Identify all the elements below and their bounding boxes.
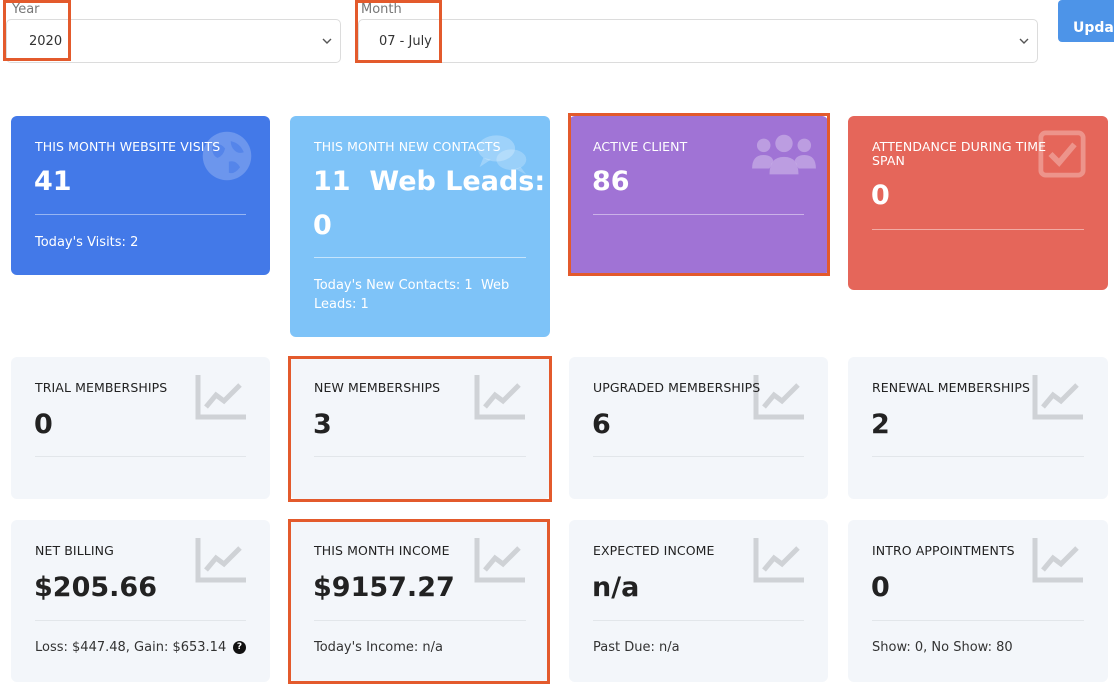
card-title: ATTENDANCE DURING TIME SPAN (872, 139, 1047, 168)
card-divider (593, 456, 804, 457)
card-divider (314, 620, 526, 621)
card-footer: Today's Income: n/a (314, 640, 444, 655)
new-contacts-card: THIS MONTH NEW CONTACTS 11 Web Leads: 0 … (290, 116, 550, 337)
update-button[interactable]: Update (1058, 0, 1114, 42)
card-footer: Today's New Contacts: 1 Web Leads: 1 (314, 278, 514, 312)
month-select[interactable]: 07 - July (358, 19, 1038, 63)
card-divider (35, 214, 246, 215)
expected-income-card: EXPECTED INCOME n/a Past Due: n/a (569, 520, 828, 682)
card-value: 3 (313, 409, 332, 440)
card-divider (35, 456, 246, 457)
active-client-card: ACTIVE CLIENT 86 (569, 116, 828, 275)
card-title: UPGRADED MEMBERSHIPS (593, 380, 761, 395)
card-divider (872, 456, 1084, 457)
card-value-line1: 11 Web Leads: (313, 166, 546, 197)
card-divider (35, 620, 246, 621)
users-icon (752, 134, 816, 175)
card-title: NET BILLING (35, 543, 114, 558)
year-label: Year (12, 2, 40, 17)
intro-appointments-card: INTRO APPOINTMENTS 0 Show: 0, No Show: 8… (848, 520, 1108, 682)
card-value: 6 (592, 409, 611, 440)
card-title: TRIAL MEMBERSHIPS (35, 380, 168, 395)
card-title: INTRO APPOINTMENTS (872, 543, 1015, 558)
card-value: 0 (871, 572, 890, 603)
card-title: RENEWAL MEMBERSHIPS (872, 380, 1031, 395)
card-value: 41 (34, 166, 72, 197)
card-footer: Loss: $447.48, Gain: $653.14 (35, 640, 227, 655)
attendance-card: ATTENDANCE DURING TIME SPAN 0 (848, 116, 1108, 290)
card-value-line2: 0 (313, 210, 332, 241)
card-divider (314, 456, 526, 457)
year-select-value: 2020 (29, 34, 63, 49)
card-value: $9157.27 (313, 572, 455, 603)
card-value: 2 (871, 409, 890, 440)
card-value: n/a (592, 572, 640, 603)
card-footer: Past Due: n/a (593, 640, 680, 655)
card-title: THIS MONTH INCOME (314, 543, 450, 558)
month-select-value: 07 - July (379, 34, 432, 49)
card-divider (593, 214, 804, 215)
card-title: ACTIVE CLIENT (593, 139, 688, 154)
card-divider (314, 257, 526, 258)
new-memberships-card: NEW MEMBERSHIPS 3 (290, 357, 550, 499)
card-divider (872, 620, 1084, 621)
card-divider (593, 620, 804, 621)
trial-memberships-card: TRIAL MEMBERSHIPS 0 (11, 357, 270, 499)
card-footer: Today's Visits: 2 (35, 235, 139, 250)
card-value: 0 (871, 180, 890, 211)
card-footer: Show: 0, No Show: 80 (872, 640, 1013, 655)
card-value: $205.66 (34, 572, 157, 603)
card-divider (872, 229, 1084, 230)
help-icon[interactable]: ? (233, 641, 246, 654)
month-label: Month (361, 2, 402, 17)
renewal-memberships-card: RENEWAL MEMBERSHIPS 2 (848, 357, 1108, 499)
chevron-down-icon (322, 38, 332, 44)
website-visits-card: THIS MONTH WEBSITE VISITS 41 Today's Vis… (11, 116, 270, 275)
card-title: EXPECTED INCOME (593, 543, 715, 558)
chevron-down-icon (1019, 38, 1029, 44)
card-title: NEW MEMBERSHIPS (314, 380, 441, 395)
globe-icon (202, 131, 252, 181)
upgraded-memberships-card: UPGRADED MEMBERSHIPS 6 (569, 357, 828, 499)
card-value: 0 (34, 409, 53, 440)
card-title: THIS MONTH WEBSITE VISITS (35, 139, 221, 154)
month-income-card: THIS MONTH INCOME $9157.27 Today's Incom… (290, 520, 550, 682)
year-select[interactable]: 2020 (6, 19, 341, 63)
card-value: 86 (592, 166, 630, 197)
net-billing-card: NET BILLING $205.66 Loss: $447.48, Gain:… (11, 520, 270, 682)
card-title: THIS MONTH NEW CONTACTS (314, 139, 501, 154)
